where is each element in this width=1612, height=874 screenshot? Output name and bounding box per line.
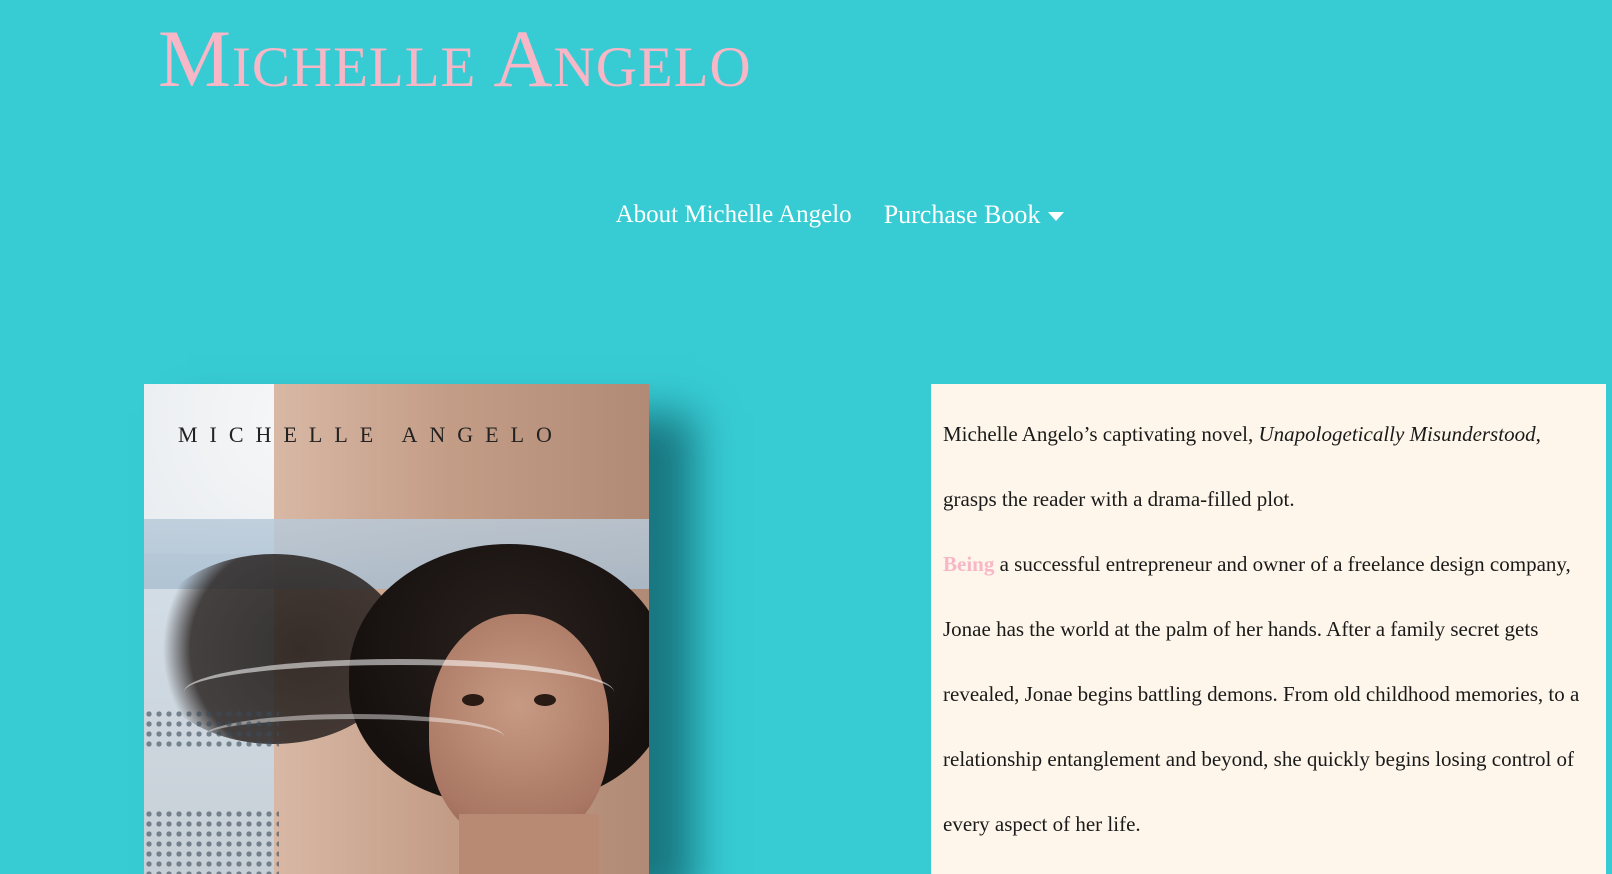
description-paragraph-2: Being a successful entrepreneur and owne… [943,532,1594,857]
caret-down-icon [1048,212,1065,221]
cover-author-name: MICHELLE ANGELO [178,422,564,447]
main-nav: About Michelle Angelo Purchase Book [0,200,1612,230]
book-title: Unapologetically Misunderstood [1258,422,1536,446]
description-body: a successful entrepreneur and owner of a… [943,552,1580,836]
description-paragraph-1: Michelle Angelo’s captivating novel, Una… [943,402,1594,532]
nav-item-purchase-book[interactable]: Purchase Book [884,200,1065,230]
nav-item-about-label: About Michelle Angelo [615,201,852,228]
nav-item-purchase-book-label: Purchase Book [883,200,1041,229]
book-cover: MICHELLE ANGELO [144,384,649,874]
site-title[interactable]: Michelle Angelo [158,18,752,100]
highlight-word: Being [943,552,995,576]
book-cover-image: MICHELLE ANGELO [144,384,649,874]
book-description: Michelle Angelo’s captivating novel, Una… [931,384,1606,874]
description-intro: Michelle Angelo’s captivating novel, [943,422,1259,446]
nav-item-about[interactable]: About Michelle Angelo [616,200,852,230]
